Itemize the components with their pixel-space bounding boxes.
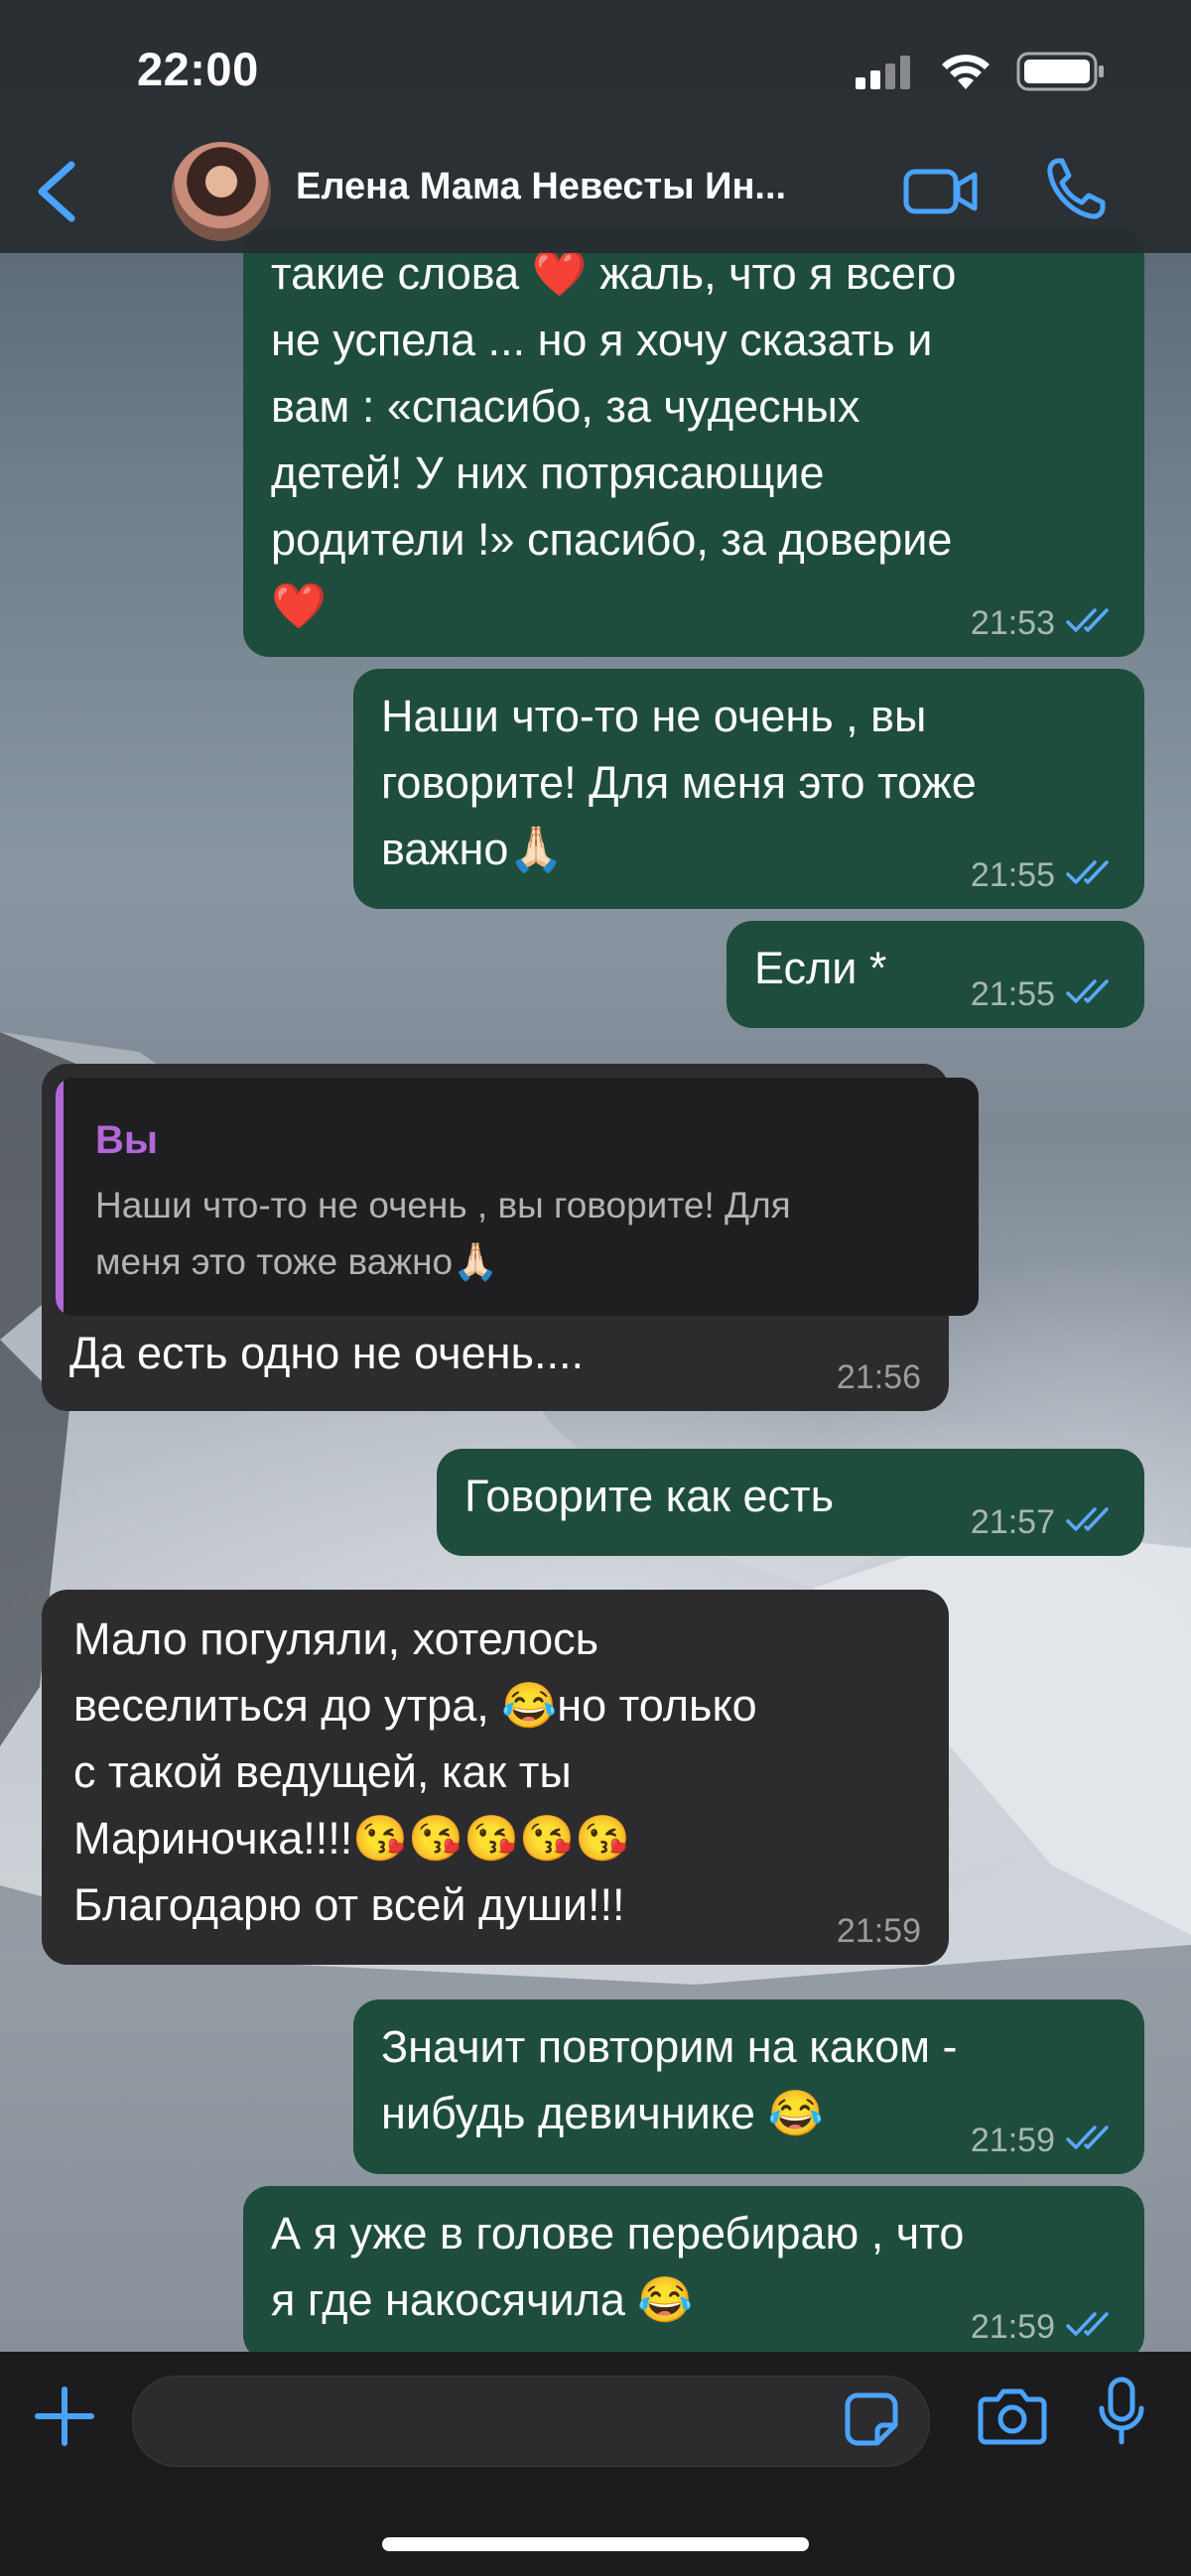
message-text: Мало погуляли, хотелось веселиться до ут… [73, 1613, 757, 1930]
read-status [1065, 974, 1117, 1014]
read-checkmarks-icon [1066, 860, 1109, 884]
contact-name[interactable]: Елена Мама Невесты Ин... [296, 166, 786, 208]
message-meta: 21:57 [971, 1502, 1117, 1542]
message-text: Значит повторим на каком - нибудь девичн… [381, 2021, 958, 2138]
avatar[interactable] [172, 142, 271, 241]
plus-icon[interactable] [32, 2383, 97, 2449]
message-meta: 21:55 [971, 855, 1117, 895]
wifi-icon [942, 55, 990, 89]
outgoing-message[interactable]: такие слова ❤️ жаль, что я всего не успе… [243, 228, 1144, 657]
read-status [1065, 603, 1117, 643]
quoted-reply[interactable]: Вы Наши что-то не очень , вы говорите! Дл… [56, 1078, 979, 1316]
battery-icon [1016, 52, 1104, 91]
message-meta: 21:59 [971, 2121, 1117, 2160]
read-checkmarks-icon [1066, 2125, 1109, 2149]
cellular-signal-icon [856, 56, 910, 89]
phone-icon[interactable] [1045, 157, 1107, 222]
message-text: Наши что-то не очень , вы говорите! Для … [381, 691, 977, 874]
message-time: 21:59 [970, 2308, 1055, 2346]
message-time: 21:57 [970, 1503, 1055, 1541]
read-checkmarks-icon [1066, 979, 1109, 1003]
message-input[interactable] [132, 2376, 930, 2467]
message-meta: 21:59 [837, 1911, 921, 1951]
read-status [1065, 2121, 1117, 2160]
sticker-icon[interactable] [844, 2391, 899, 2447]
incoming-message[interactable]: Мало погуляли, хотелось веселиться до ут… [42, 1590, 949, 1965]
chevron-left-icon[interactable] [30, 157, 85, 226]
read-checkmarks-icon [1066, 2312, 1109, 2336]
outgoing-message[interactable]: Наши что-то не очень , вы говорите! Для … [353, 669, 1144, 909]
message-time: 21:59 [970, 2122, 1055, 2159]
incoming-message[interactable]: Вы Наши что-то не очень , вы говорите! Дл… [42, 1064, 979, 1411]
message-time: 21:59 [836, 1912, 921, 1950]
message-meta: 21:56 [837, 1357, 921, 1397]
reply-accent-bar [56, 1078, 64, 1316]
outgoing-message[interactable]: Говорите как есть 21:57 [437, 1449, 1144, 1556]
message-time: 21:56 [836, 1358, 921, 1396]
microphone-icon[interactable] [1097, 2377, 1146, 2448]
message-text: Да есть одно не очень.... [69, 1328, 584, 1378]
message-meta: 21:59 [971, 2307, 1117, 2347]
read-status [1065, 855, 1117, 895]
reply-text: Наши что-то не очень , вы говорите! Для … [95, 1185, 791, 1282]
status-time: 22:00 [137, 43, 259, 95]
message-meta: 21:55 [971, 974, 1117, 1014]
message-meta: 21:53 [971, 603, 1117, 643]
message-time: 21:53 [970, 604, 1055, 642]
reply-author: Вы [95, 1118, 159, 1162]
video-camera-icon[interactable] [903, 167, 979, 216]
message-text: Говорите как есть [464, 1471, 835, 1521]
home-indicator [382, 2537, 809, 2551]
camera-icon[interactable] [978, 2385, 1047, 2445]
message-time: 21:55 [970, 856, 1055, 894]
message-text: такие слова ❤️ жаль, что я всего не успе… [271, 248, 957, 631]
read-status [1065, 1502, 1117, 1542]
outgoing-message[interactable]: Если * 21:55 [727, 921, 1144, 1028]
read-checkmarks-icon [1066, 608, 1109, 632]
outgoing-message[interactable]: А я уже в голове перебираю , что я где н… [243, 2186, 1144, 2361]
outgoing-message[interactable]: Значит повторим на каком - нибудь девичн… [353, 1999, 1144, 2174]
read-status [1065, 2307, 1117, 2347]
message-text: Если * [754, 943, 887, 993]
read-checkmarks-icon [1066, 1507, 1109, 1531]
message-text: А я уже в голове перебираю , что я где н… [271, 2208, 965, 2325]
message-time: 21:55 [970, 975, 1055, 1013]
